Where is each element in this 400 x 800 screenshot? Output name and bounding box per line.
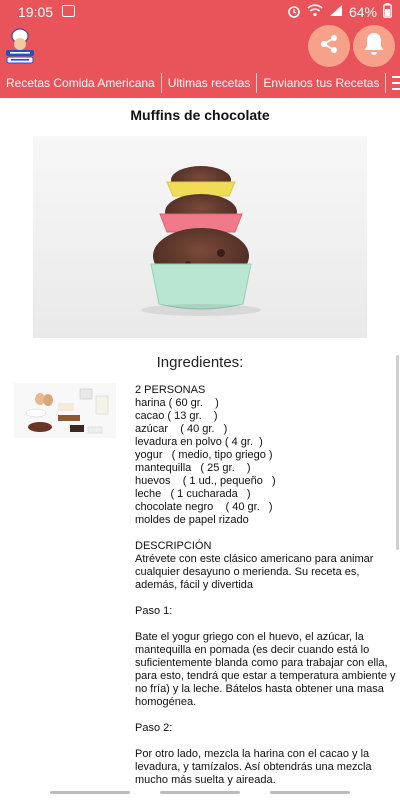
category-nav: Recetas Comida Americana Ultimas recetas… — [0, 68, 400, 98]
list-item: huevos ( 1 ud., pequeño ) — [135, 475, 276, 487]
list-item: moldes de papel rizado — [135, 514, 249, 526]
list-item: azúcar ( 40 gr. ) — [135, 423, 228, 435]
nav-item-american-food[interactable]: Recetas Comida Americana — [0, 73, 162, 93]
gesture-bar-right — [270, 791, 350, 794]
app-logo[interactable] — [4, 24, 36, 66]
list-item: chocolate negro ( 40 gr. ) — [135, 501, 273, 513]
step-2-text: Por otro lado, mezcla la harina con el c… — [135, 748, 372, 786]
share-icon — [318, 33, 340, 60]
battery-text: 64% — [348, 4, 377, 20]
status-time: 19:05 — [18, 4, 54, 20]
share-button[interactable] — [308, 25, 350, 67]
step-2-heading: Paso 2: — [135, 722, 173, 734]
scrollbar[interactable] — [396, 355, 399, 550]
list-item: leche ( 1 cucharada ) — [135, 488, 251, 500]
app-header — [0, 24, 400, 68]
nav-item-latest-recipes[interactable]: Ultimas recetas — [162, 73, 258, 93]
nav-item-send-recipes[interactable]: Envianos tus Recetas — [257, 73, 387, 93]
list-item: harina ( 60 gr. ) — [135, 397, 219, 409]
recipe-hero-image — [33, 136, 367, 338]
ingredients-heading: Ingredientes: — [156, 354, 244, 371]
step-1-text: Bate el yogur griego con el huevo, el az… — [135, 631, 396, 708]
page-title: Muffins de chocolate — [130, 107, 270, 123]
notifications-button[interactable] — [353, 25, 395, 67]
list-item: levadura en polvo ( 4 gr. ) — [135, 436, 263, 448]
gallery-notification-icon — [62, 5, 75, 17]
menu-icon[interactable] — [392, 76, 400, 90]
recipe-description: DESCRIPCIÓN Atrévete con este clásico am… — [135, 540, 397, 800]
ingredients-list: 2 PERSONAS harina ( 60 gr. ) cacao ( 13 … — [135, 384, 390, 527]
gesture-bar-center[interactable] — [160, 791, 240, 794]
list-item: yogur ( medio, tipo griego ) — [135, 449, 273, 461]
signal-icon — [329, 4, 343, 20]
list-item: 2 PERSONAS — [135, 384, 206, 396]
gesture-bar-left — [50, 791, 130, 794]
ingredients-image — [14, 383, 116, 438]
status-bar: 19:05 64% — [0, 0, 400, 24]
bell-icon — [362, 31, 386, 62]
description-heading: DESCRIPCIÓN — [135, 540, 212, 552]
description-text: Atrévete con este clásico americano para… — [135, 553, 374, 591]
list-item: mantequilla ( 25 gr. ) — [135, 462, 251, 474]
step-1-heading: Paso 1: — [135, 605, 173, 617]
battery-icon — [383, 3, 392, 21]
wifi-icon — [307, 4, 323, 20]
list-item: cacao ( 13 gr. ) — [135, 410, 218, 422]
alarm-icon — [287, 4, 301, 21]
